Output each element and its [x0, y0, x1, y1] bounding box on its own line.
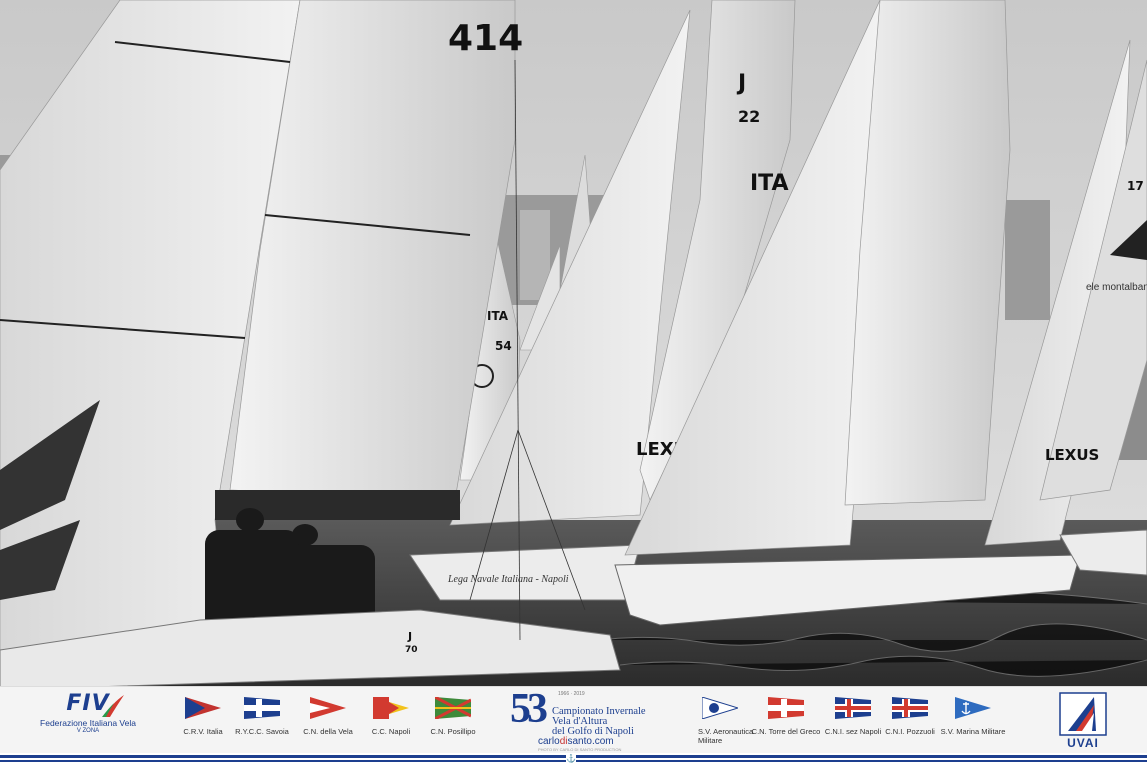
fiv-name: Federazione Italiana Vela	[40, 718, 136, 728]
championship-logo: 53 1966 · 2019 Campionato Invernale Vela…	[510, 686, 650, 752]
fiv-logo-block: FIV Federazione Italiana Vela V ZONA	[38, 691, 138, 734]
website-part-a: carlo	[538, 736, 560, 747]
svg-text:Lega Navale Italiana - Napoli: Lega Navale Italiana - Napoli	[447, 574, 569, 585]
club-sv-marina-militare: S.V. Marina Militare	[933, 697, 1013, 736]
sponsor-website: carlodisanto.com	[538, 736, 614, 747]
flag-cni-napoli-icon	[835, 697, 871, 719]
flag-sv-marina-militare-icon	[955, 697, 991, 719]
svg-text:22: 22	[738, 107, 760, 126]
stripe-anchor-icon: ⚓	[566, 754, 576, 764]
flag-cni-pozzuoli-icon	[892, 697, 928, 719]
edition-number: 53	[510, 686, 548, 732]
photo-credit: PHOTO BY CARLO DI SANTO PRODUCTION	[538, 747, 622, 752]
uvai-logo-block: UVAI	[1056, 691, 1110, 751]
flag-cn-torre-del-greco-icon	[768, 697, 804, 719]
svg-text:ITA: ITA	[487, 309, 509, 323]
svg-text:LEXUS: LEXUS	[1045, 446, 1099, 464]
svg-text:414: 414	[448, 18, 523, 59]
club-cn-posillipo: C.N. Posillipo	[413, 697, 493, 736]
svg-text:J: J	[407, 630, 412, 643]
fiv-zone: V ZONA	[76, 728, 100, 734]
sponsor-footer: FIV Federazione Italiana Vela V ZONA C.R…	[0, 686, 1147, 754]
bottom-stripe: ⚓	[0, 753, 1147, 765]
svg-text:ITA: ITA	[750, 171, 789, 196]
club-label: S.V. Marina Militare	[940, 727, 1006, 736]
fiv-swoosh-icon	[102, 695, 124, 717]
flag-sv-aeronautica-icon	[702, 697, 738, 719]
regatta-photo: ITA 54 J 22 ITA LEXUS Lega Navale Italia…	[0, 0, 1147, 690]
uvai-label: UVAI	[1067, 736, 1099, 750]
svg-text:17: 17	[1127, 179, 1144, 193]
flag-rycc-savoia-icon	[244, 697, 280, 719]
poster: ITA 54 J 22 ITA LEXUS Lega Navale Italia…	[0, 0, 1147, 765]
edition-years: 1966 · 2019	[558, 691, 585, 697]
website-part-c: santo.com	[567, 736, 614, 747]
svg-text:ele montalbano: ele montalbano	[1086, 282, 1147, 293]
flag-cc-napoli-icon	[373, 697, 409, 719]
uvai-sail-icon	[1059, 692, 1107, 736]
svg-text:70: 70	[405, 645, 418, 655]
flag-cn-posillipo-icon	[435, 697, 471, 719]
svg-text:54: 54	[495, 339, 512, 353]
flag-cn-della-vela-icon	[310, 697, 346, 719]
svg-text:J: J	[736, 71, 746, 96]
flag-crv-italia-icon	[185, 697, 221, 719]
club-label: C.N. Posillipo	[430, 727, 476, 736]
